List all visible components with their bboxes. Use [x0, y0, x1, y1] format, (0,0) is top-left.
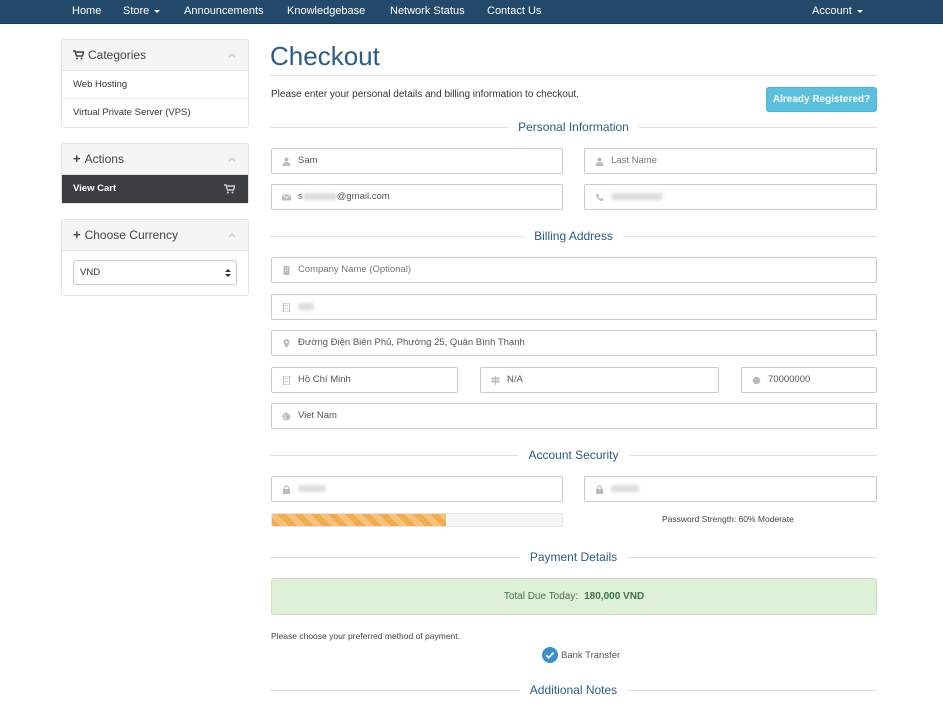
building-icon — [283, 266, 290, 275]
address-line-2-input[interactable]: Đường Điện Biên Phủ, Phường 25, Quận Bìn… — [271, 330, 877, 356]
company-name-placeholder: Company Name (Optional) — [298, 264, 411, 275]
currency-value: VND — [80, 267, 101, 278]
last-name-placeholder: Last Name — [611, 155, 657, 166]
email-suffix: @gmail.com — [336, 191, 390, 202]
total-due-value: 180,000 VND — [584, 591, 645, 602]
currency-panel: + Choose Currency VND — [61, 219, 249, 296]
envelope-icon — [282, 194, 291, 201]
view-cart-button[interactable]: View Cart — [62, 175, 248, 203]
user-icon — [282, 157, 291, 166]
view-cart-label: View Cart — [73, 183, 117, 194]
already-registered-button[interactable]: Already Registered? — [766, 87, 877, 112]
billing-address-title: Billing Address — [524, 229, 623, 243]
account-security-heading: Account Security — [270, 447, 877, 463]
title-divider — [270, 75, 877, 76]
chevron-up-icon[interactable] — [228, 51, 236, 59]
total-due-label: Total Due Today: — [503, 591, 579, 602]
payment-details-heading: Payment Details — [270, 549, 877, 565]
confirm-password-input[interactable] — [584, 476, 877, 502]
account-security-title: Account Security — [518, 448, 629, 462]
actions-panel-header[interactable]: + Actions — [62, 144, 248, 175]
map-marker-icon — [283, 339, 290, 348]
select-arrows-icon — [225, 269, 231, 277]
state-value: N/A — [507, 374, 523, 385]
user-icon — [595, 157, 604, 166]
password-strength-fill — [272, 514, 446, 526]
personal-info-title: Personal Information — [508, 120, 639, 134]
chevron-down-icon — [856, 9, 863, 13]
redacted-text — [611, 192, 663, 200]
password-strength-bar — [271, 513, 563, 527]
total-due-box: Total Due Today: 180,000 VND — [271, 578, 877, 615]
top-navbar: Home Store Announcements Knowledgebase N… — [0, 0, 943, 24]
nav-account-label: Account — [812, 5, 852, 17]
plus-icon: + — [73, 151, 81, 166]
shopping-cart-icon — [73, 50, 85, 60]
phone-icon — [596, 193, 604, 202]
nav-store[interactable]: Store — [123, 0, 161, 24]
categories-panel: Categories Web Hosting Virtual Private S… — [61, 39, 249, 128]
country-value: Viet Nam — [298, 410, 337, 421]
checkout-intro-text: Please enter your personal details and b… — [271, 89, 579, 100]
chevron-up-icon[interactable] — [228, 231, 236, 239]
postcode-input[interactable]: 70000000 — [741, 367, 877, 393]
plus-icon: + — [73, 227, 81, 242]
company-name-input[interactable]: Company Name (Optional) — [271, 257, 877, 283]
first-name-input[interactable]: Sam — [271, 148, 563, 174]
additional-notes-heading: Additional Notes — [270, 682, 877, 698]
signpost-icon — [491, 376, 500, 385]
nav-announcements[interactable]: Announcements — [184, 0, 264, 24]
address-line-2-value: Đường Điện Biên Phủ, Phường 25, Quận Bìn… — [298, 337, 525, 348]
country-select[interactable]: Viet Nam — [271, 403, 877, 429]
nav-network-status[interactable]: Network Status — [390, 0, 465, 24]
street-address-input[interactable] — [271, 294, 877, 320]
redacted-text — [611, 484, 639, 492]
password-strength-text: Password Strength: 60% Moderate — [662, 514, 794, 524]
personal-info-heading: Personal Information — [270, 119, 877, 135]
first-name-value: Sam — [298, 155, 318, 166]
state-input[interactable]: N/A — [480, 367, 719, 393]
building-icon — [283, 303, 290, 312]
building-icon — [283, 376, 290, 385]
lock-icon — [283, 485, 290, 494]
password-input[interactable] — [271, 476, 563, 502]
lock-icon — [596, 485, 603, 494]
payment-method-note: Please choose your preferred method of p… — [271, 631, 460, 641]
currency-title: Choose Currency — [84, 228, 178, 242]
globe-icon — [282, 412, 291, 421]
chevron-up-icon[interactable] — [228, 155, 236, 163]
sidebar-item-web-hosting[interactable]: Web Hosting — [62, 71, 248, 99]
payment-option-bank-transfer[interactable]: Bank Transfer — [542, 647, 620, 664]
nav-store-label: Store — [123, 5, 150, 17]
phone-input[interactable] — [584, 184, 877, 210]
chevron-down-icon — [154, 9, 161, 13]
nav-home[interactable]: Home — [72, 0, 101, 24]
shopping-cart-icon — [224, 184, 235, 194]
payment-option-label: Bank Transfer — [561, 650, 621, 661]
nav-knowledgebase[interactable]: Knowledgebase — [287, 0, 365, 24]
checkmark-circle-icon[interactable] — [542, 647, 558, 664]
redacted-text — [298, 484, 326, 492]
payment-details-title: Payment Details — [519, 550, 628, 564]
additional-notes-title: Additional Notes — [519, 683, 628, 697]
redacted-text — [302, 192, 337, 200]
city-input[interactable]: Hồ Chí Minh — [271, 367, 458, 393]
sidebar-item-vps[interactable]: Virtual Private Server (VPS) — [62, 99, 248, 127]
page-title: Checkout — [270, 41, 380, 71]
nav-account[interactable]: Account — [812, 0, 863, 24]
currency-select[interactable]: VND — [73, 260, 237, 285]
billing-address-heading: Billing Address — [270, 228, 877, 244]
postcode-value: 70000000 — [768, 374, 811, 385]
actions-title: Actions — [84, 152, 124, 166]
city-value: Hồ Chí Minh — [298, 374, 351, 385]
certificate-icon — [752, 376, 761, 385]
last-name-input[interactable]: Last Name — [584, 148, 877, 174]
actions-panel: + Actions View Cart — [61, 143, 249, 204]
nav-contact-us[interactable]: Contact Us — [487, 0, 541, 24]
redacted-text — [298, 302, 314, 310]
email-input[interactable]: s @gmail.com — [271, 184, 563, 210]
categories-panel-header[interactable]: Categories — [62, 40, 248, 71]
categories-title: Categories — [88, 48, 147, 62]
currency-panel-header[interactable]: + Choose Currency — [62, 220, 248, 251]
